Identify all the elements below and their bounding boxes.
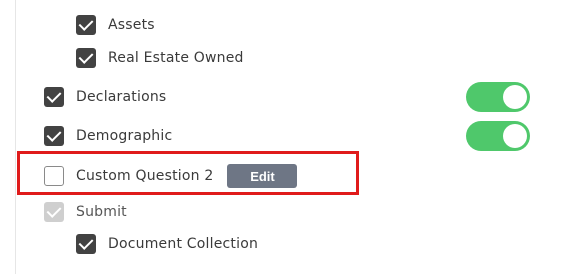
toggle-knob xyxy=(503,124,527,148)
list-item-demographic: Demographic xyxy=(44,124,172,148)
checkbox-custom-question-2[interactable] xyxy=(44,166,64,186)
list-item-document-collection: Document Collection xyxy=(76,232,258,256)
list-item-custom-question-2: Custom Question 2 Edit xyxy=(44,164,298,188)
list-item-assets: Assets xyxy=(76,13,155,37)
label-declarations: Declarations xyxy=(76,89,167,105)
label-demographic: Demographic xyxy=(76,128,173,144)
label-real-estate-owned: Real Estate Owned xyxy=(108,50,244,66)
label-document-collection: Document Collection xyxy=(108,236,259,252)
toggle-demographic[interactable] xyxy=(466,121,530,151)
checkbox-declarations[interactable] xyxy=(44,87,64,107)
checkbox-submit xyxy=(44,202,64,222)
list-item-real-estate-owned: Real Estate Owned xyxy=(76,46,244,70)
edit-button[interactable]: Edit xyxy=(227,164,298,188)
section-divider xyxy=(15,0,16,274)
label-submit: Submit xyxy=(76,204,127,220)
label-assets: Assets xyxy=(108,17,155,33)
checkbox-document-collection[interactable] xyxy=(76,234,96,254)
checkbox-demographic[interactable] xyxy=(44,126,64,146)
list-item-submit: Submit xyxy=(44,200,127,224)
label-custom-question-2: Custom Question 2 xyxy=(76,168,214,184)
checkbox-assets[interactable] xyxy=(76,15,96,35)
toggle-knob xyxy=(503,85,527,109)
section-checklist: Assets Real Estate Owned Declarations De… xyxy=(0,0,568,274)
list-item-declarations: Declarations xyxy=(44,85,166,109)
checkbox-real-estate-owned[interactable] xyxy=(76,48,96,68)
toggle-declarations[interactable] xyxy=(466,82,530,112)
